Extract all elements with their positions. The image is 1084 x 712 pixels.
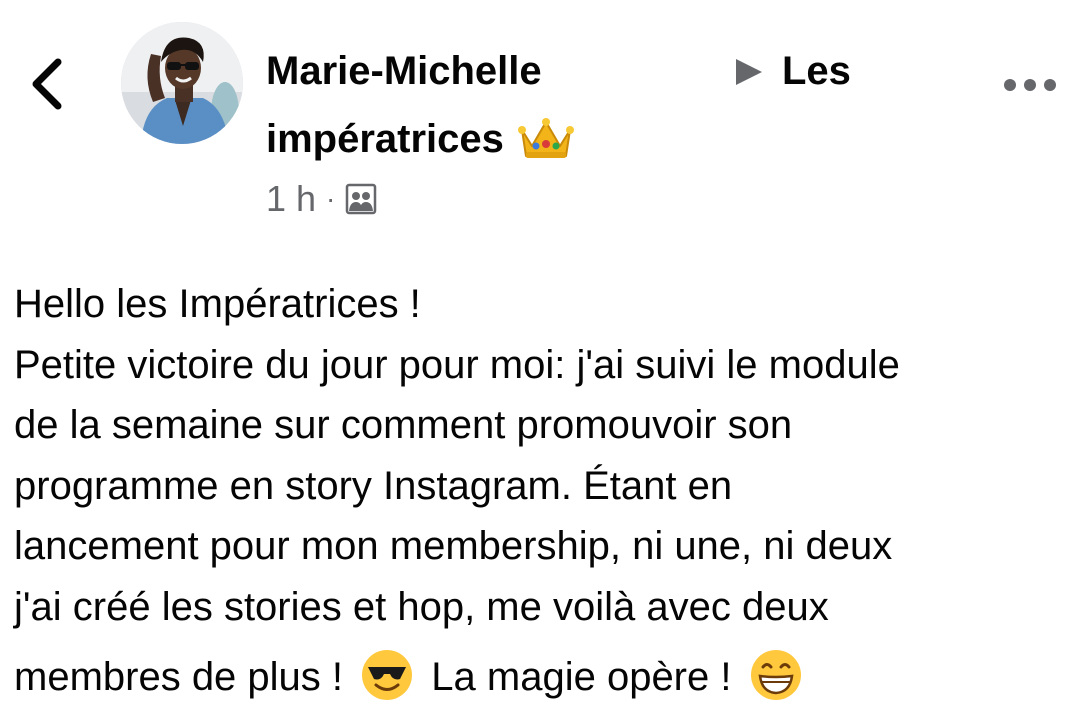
- group-name-continued[interactable]: impératrices: [266, 106, 504, 172]
- avatar[interactable]: [121, 22, 243, 144]
- triangle-right-icon: [736, 59, 762, 85]
- group-icon: [346, 183, 377, 215]
- crown-icon: [517, 118, 574, 158]
- more-options-button[interactable]: [1000, 70, 1060, 100]
- group-name[interactable]: Les: [782, 38, 851, 104]
- author-name[interactable]: Marie-Michelle: [266, 38, 736, 104]
- post-header: Marie-Michelle Les impératrices: [266, 38, 916, 172]
- post-line: programme en story Instagram. Étant en: [14, 463, 733, 508]
- meta-separator: ·: [326, 183, 336, 214]
- post-text: Hello les Impératrices ! Petite victoire…: [14, 274, 1074, 708]
- post-line: j'ai créé les stories et hop, me voilà a…: [14, 584, 829, 629]
- grinning-face-icon: [750, 650, 801, 700]
- post-line: de la semaine sur comment promouvoir son: [14, 403, 793, 447]
- post-meta: 1 h ·: [266, 178, 377, 220]
- back-button[interactable]: [22, 52, 72, 112]
- post-text-part: membres de plus !: [14, 655, 344, 699]
- group-name-line: impératrices: [266, 106, 916, 172]
- timestamp[interactable]: 1 h: [266, 178, 316, 220]
- post-line: lancement pour mon membership, ni une, n…: [14, 524, 893, 568]
- sunglasses-face-icon: [362, 650, 413, 700]
- chevron-left-icon: [32, 58, 62, 110]
- profile-photo: [121, 22, 243, 144]
- post-text-part: La magie opère !: [431, 655, 732, 699]
- name-line: Marie-Michelle Les: [266, 38, 916, 104]
- post-line: Hello les Impératrices !: [14, 282, 421, 326]
- ellipsis-icon: [1004, 79, 1056, 91]
- post-line: Petite victoire du jour pour moi: j'ai s…: [14, 342, 900, 387]
- post-line-last: membres de plus ! La magie opère !: [14, 647, 1074, 708]
